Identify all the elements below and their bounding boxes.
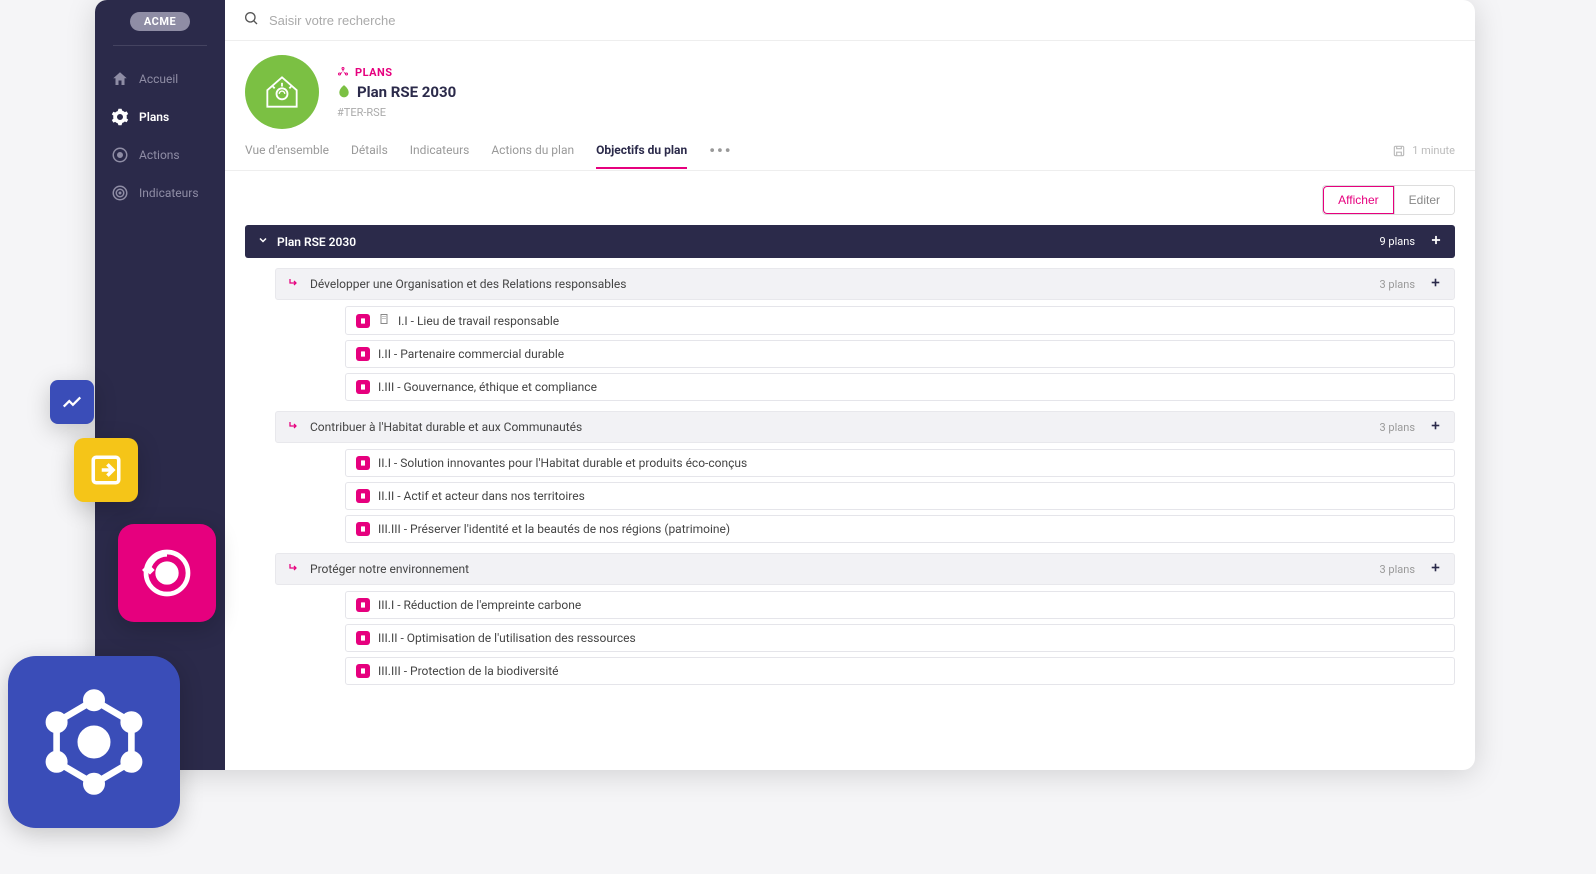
tree-leaf-list: III.I - Réduction de l'empreinte carbone… [345, 591, 1455, 685]
tree-group-header[interactable]: Protéger notre environnement 3 plans [275, 553, 1455, 585]
main-content: PLANS Plan RSE 2030 #TER-RSE Vue d'ensem… [225, 0, 1475, 770]
tree-group-count: 3 plans [1380, 563, 1416, 576]
tree-leaf-label: III.I - Réduction de l'empreinte carbone [378, 598, 581, 612]
enter-arrow-icon [288, 420, 300, 435]
sidebar-item-label: Indicateurs [139, 186, 199, 200]
view-edit-toggle: Afficher Editer [1322, 185, 1455, 215]
tree-group-count: 3 plans [1380, 421, 1416, 434]
tree-leaf-label: III.III - Protection de la biodiversité [378, 664, 559, 678]
plan-avatar [245, 55, 319, 129]
add-subplan-button[interactable] [1429, 561, 1442, 577]
breadcrumb[interactable]: PLANS [337, 66, 456, 79]
tree-leaf-label: III.II - Optimisation de l'utilisation d… [378, 631, 636, 645]
tree-leaf-label: I.I - Lieu de travail responsable [398, 314, 559, 328]
divider [113, 45, 207, 46]
enter-arrow-icon [288, 277, 300, 292]
tab-indicateurs[interactable]: Indicateurs [410, 143, 470, 169]
sidebar-item-accueil[interactable]: Accueil [95, 60, 225, 98]
chevron-down-icon [257, 234, 269, 249]
doc-icon [356, 489, 370, 503]
plan-meta: PLANS Plan RSE 2030 #TER-RSE [337, 66, 456, 119]
tree-leaf[interactable]: I.III - Gouvernance, éthique et complian… [345, 373, 1455, 401]
tree-leaf-label: I.III - Gouvernance, éthique et complian… [378, 380, 597, 394]
tree-leaf-list: I.I - Lieu de travail responsable I.II -… [345, 306, 1455, 401]
tree-leaf[interactable]: III.I - Réduction de l'empreinte carbone [345, 591, 1455, 619]
search-input[interactable] [269, 13, 1457, 28]
doc-icon [356, 664, 370, 678]
target-icon [111, 146, 129, 164]
tree-root-count: 9 plans [1380, 235, 1416, 248]
edit-button[interactable]: Editer [1394, 186, 1454, 214]
sidebar: ACME Accueil Plans Actions Indicateurs [95, 0, 225, 770]
tree-leaf[interactable]: I.I - Lieu de travail responsable [345, 306, 1455, 335]
float-tile-refresh [118, 524, 216, 622]
plan-header: PLANS Plan RSE 2030 #TER-RSE [225, 41, 1475, 129]
tree-group: Protéger notre environnement 3 plans III… [275, 553, 1455, 685]
float-tile-enter [74, 438, 138, 502]
tree-leaf-label: II.II - Actif et acteur dans nos territo… [378, 489, 585, 503]
building-icon [378, 313, 390, 328]
tree-leaf-label: I.II - Partenaire commercial durable [378, 347, 564, 361]
doc-icon [356, 456, 370, 470]
doc-icon [356, 380, 370, 394]
tree-group-count: 3 plans [1380, 278, 1416, 291]
doc-icon [356, 314, 370, 328]
home-icon [111, 70, 129, 88]
tree-group: Développer une Organisation et des Relat… [275, 268, 1455, 401]
tree-leaf[interactable]: III.II - Optimisation de l'utilisation d… [345, 624, 1455, 652]
tree-group-header[interactable]: Développer une Organisation et des Relat… [275, 268, 1455, 300]
search-icon [243, 10, 259, 30]
tree-group: Contribuer à l'Habitat durable et aux Co… [275, 411, 1455, 543]
tab-actions[interactable]: Actions du plan [491, 143, 574, 169]
tree-group-title: Développer une Organisation et des Relat… [310, 277, 626, 291]
sidebar-item-label: Plans [139, 110, 169, 124]
tree-leaf[interactable]: III.III - Préserver l'identité et la bea… [345, 515, 1455, 543]
add-plan-button[interactable] [1429, 233, 1443, 250]
app-window: ACME Accueil Plans Actions Indicateurs [95, 0, 1475, 770]
tree-leaf-list: II.I - Solution innovantes pour l'Habita… [345, 449, 1455, 543]
tabs: Vue d'ensemble Détails Indicateurs Actio… [225, 129, 1475, 171]
bullseye-icon [111, 184, 129, 202]
doc-icon [356, 631, 370, 645]
tree-group-title: Contribuer à l'Habitat durable et aux Co… [310, 420, 582, 434]
sidebar-item-actions[interactable]: Actions [95, 136, 225, 174]
objectives-tree: Plan RSE 2030 9 plans Développer une Org… [225, 225, 1475, 705]
tree-root-title: Plan RSE 2030 [277, 235, 356, 249]
doc-icon [356, 347, 370, 361]
tab-more[interactable]: ••• [709, 141, 732, 170]
gear-icon [111, 108, 129, 126]
add-subplan-button[interactable] [1429, 419, 1442, 435]
show-button[interactable]: Afficher [1323, 186, 1393, 214]
page-title: Plan RSE 2030 [357, 83, 456, 101]
doc-icon [356, 522, 370, 536]
tree-leaf[interactable]: III.III - Protection de la biodiversité [345, 657, 1455, 685]
brand-badge: ACME [130, 12, 190, 31]
plan-tag: #TER-RSE [337, 106, 456, 119]
autosave-indicator: 1 minute [1392, 144, 1455, 168]
tree-group-header[interactable]: Contribuer à l'Habitat durable et aux Co… [275, 411, 1455, 443]
tree-leaf[interactable]: II.I - Solution innovantes pour l'Habita… [345, 449, 1455, 477]
tab-objectifs[interactable]: Objectifs du plan [596, 143, 687, 169]
tab-details[interactable]: Détails [351, 143, 388, 169]
sidebar-item-indicateurs[interactable]: Indicateurs [95, 174, 225, 212]
sidebar-item-plans[interactable]: Plans [95, 98, 225, 136]
tree-leaf[interactable]: II.II - Actif et acteur dans nos territo… [345, 482, 1455, 510]
float-tile-logo [8, 656, 180, 828]
topbar [225, 0, 1475, 41]
sidebar-item-label: Accueil [139, 72, 178, 86]
sidebar-item-label: Actions [139, 148, 180, 162]
tree-leaf-label: II.I - Solution innovantes pour l'Habita… [378, 456, 747, 470]
tab-overview[interactable]: Vue d'ensemble [245, 143, 329, 169]
enter-arrow-icon [288, 562, 300, 577]
tree-root[interactable]: Plan RSE 2030 9 plans [245, 225, 1455, 258]
toolbar: Afficher Editer [225, 171, 1475, 225]
tree-leaf-label: III.III - Préserver l'identité et la bea… [378, 522, 730, 536]
tree-group-title: Protéger notre environnement [310, 562, 469, 576]
doc-icon [356, 598, 370, 612]
tree-leaf[interactable]: I.II - Partenaire commercial durable [345, 340, 1455, 368]
float-tile-chart [50, 380, 94, 424]
add-subplan-button[interactable] [1429, 276, 1442, 292]
leaf-icon [337, 83, 351, 102]
